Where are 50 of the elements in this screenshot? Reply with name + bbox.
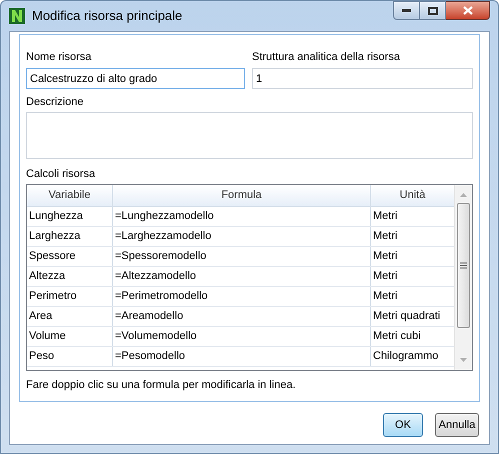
maximize-icon — [428, 6, 438, 14]
table-cell: Lunghezza — [27, 207, 113, 226]
close-button[interactable] — [446, 1, 490, 20]
minimize-icon — [402, 9, 411, 12]
table-cell: =Larghezzamodello — [113, 227, 371, 246]
table-cell-text: Chilogrammo — [372, 349, 440, 364]
table-cell: Altezza — [27, 267, 113, 286]
table-cell: =Pesomodello — [113, 347, 371, 366]
scroll-thumb[interactable] — [457, 203, 470, 328]
column-header[interactable]: Variabile — [27, 185, 113, 206]
table-cell-text: Metri cubi — [372, 329, 422, 344]
table-cell: =Perimetromodello — [113, 287, 371, 306]
table-cell: =Areamodello — [113, 307, 371, 326]
table-cell: =Volumemodello — [113, 327, 371, 346]
column-header[interactable]: Unità — [371, 185, 454, 206]
table-cell: =Altezzamodello — [113, 267, 371, 286]
table-cell: Volume — [27, 327, 113, 346]
table-cell: Larghezza — [27, 227, 113, 246]
dialog-button[interactable]: Annulla — [435, 413, 479, 437]
table-cell: Area — [27, 307, 113, 326]
scroll-up-icon — [460, 193, 467, 197]
table-cell: Peso — [27, 347, 113, 366]
scrollbar[interactable] — [454, 185, 472, 370]
field-label: Nome risorsa — [26, 50, 92, 65]
table-cell-text: Metri — [372, 289, 398, 304]
text-field[interactable]: Calcestruzzo di alto grado — [26, 68, 245, 89]
maximize-button[interactable] — [420, 1, 446, 20]
table-cell-text: Metri — [372, 249, 398, 264]
text-field[interactable]: 1 — [252, 68, 473, 89]
table-label: Calcoli risorsa — [26, 167, 96, 182]
table-cell-text: Metri quadrati — [372, 309, 442, 324]
table-cell-text: Metri — [372, 209, 398, 224]
description-field[interactable] — [26, 112, 473, 159]
table-cell: =Lunghezzamodello — [113, 207, 371, 226]
window-title: Modifica risorsa principale — [32, 7, 182, 26]
dialog-button[interactable]: OK — [383, 413, 423, 437]
grip-icon — [460, 262, 467, 269]
table-cell: =Spessoremodello — [113, 247, 371, 266]
close-icon — [462, 6, 472, 15]
field-label: Struttura analitica della risorsa — [252, 50, 401, 65]
minimize-button[interactable] — [393, 1, 420, 20]
scroll-down-icon — [460, 358, 467, 362]
table-cell-text: Metri — [372, 229, 398, 244]
table-cell-text: Metri — [372, 269, 398, 284]
hint-text: Fare doppio clic su una formula per modificarla in linea. — [26, 378, 297, 393]
column-header[interactable]: Formula — [113, 185, 371, 206]
table-cell: Spessore — [27, 247, 113, 266]
app-logo-icon — [9, 8, 25, 24]
table-cell: Perimetro — [27, 287, 113, 306]
field-label: Descrizione — [26, 95, 84, 110]
